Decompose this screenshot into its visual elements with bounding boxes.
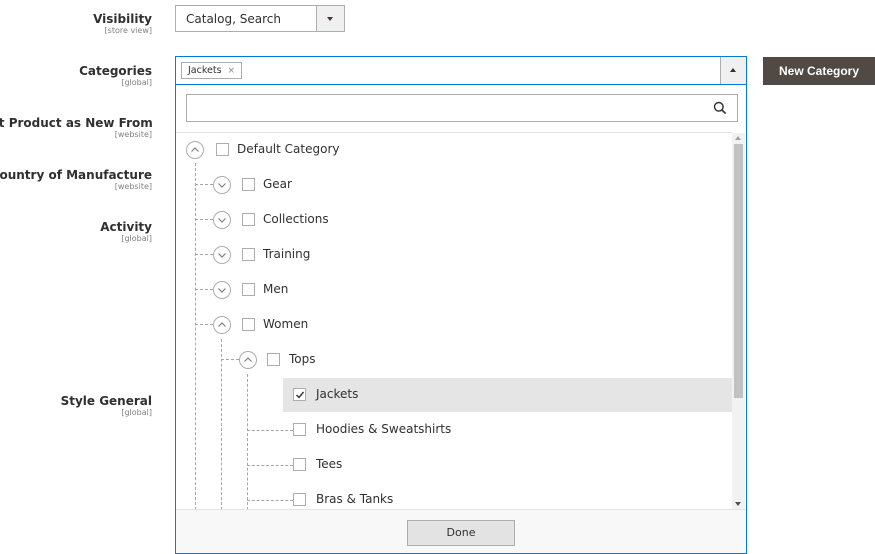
tree-item-men[interactable]: Men [176,273,732,307]
tree-item-hoodies-sweatshirts[interactable]: Hoodies & Sweatshirts [283,413,732,447]
category-checkbox[interactable] [242,178,255,191]
expand-node-button[interactable] [213,211,231,229]
category-search [186,94,738,122]
activity-label-text: Activity [100,220,152,234]
country-scope: [website] [114,182,152,191]
chevron-up-icon [244,357,252,362]
checkmark-icon [296,391,305,399]
tree-item-label: Bras & Tanks [316,492,394,506]
tree-scrollbar[interactable] [732,133,745,509]
tree-item-label: Jackets [316,387,359,401]
tree-item-gear[interactable]: Gear [176,168,732,202]
chevron-down-icon [218,218,226,223]
category-search-input[interactable] [187,95,707,121]
visibility-label: Visibility [store view] [0,12,152,36]
visibility-label-text: Visibility [93,12,152,26]
chevron-down-icon [218,183,226,188]
chevron-up-icon [218,322,226,327]
search-icon[interactable] [713,101,727,115]
collapse-node-button[interactable] [239,351,257,369]
new-from-label: Set Product as New From [website] [0,116,153,140]
tree-item-label: Gear [263,177,292,191]
categories-label-text: Categories [79,64,152,78]
tree-item-default-category[interactable]: Default Category [176,133,732,167]
tree-item-tops[interactable]: Tops [176,343,732,377]
country-label-text: Country of Manufacture [0,168,152,182]
category-checkbox[interactable] [242,213,255,226]
chevron-up-icon [191,147,199,152]
tree-item-label: Tees [316,457,343,471]
activity-label: Activity [global] [0,220,152,244]
categories-multiselect[interactable]: Jackets × [175,56,747,85]
category-checkbox[interactable] [267,353,280,366]
categories-scope: [global] [121,78,152,87]
category-checkbox[interactable] [216,143,229,156]
dropdown-footer: Done [176,509,746,553]
visibility-dropdown-button[interactable] [316,6,344,31]
tree-item-bras-tanks[interactable]: Bras & Tanks [283,483,732,509]
tree-item-jackets[interactable]: Jackets [283,378,732,412]
chevron-down-icon [218,253,226,258]
expand-node-button[interactable] [213,281,231,299]
chevron-up-icon [730,68,736,72]
category-checkbox[interactable] [293,423,306,436]
visibility-value: Catalog, Search [186,12,281,26]
category-tree: Default Category Gear Collections Traini… [176,132,732,509]
tree-item-label: Training [263,247,311,261]
scrollbar-thumb[interactable] [734,144,743,398]
new-from-scope: [website] [114,130,152,139]
tree-item-label: Collections [263,212,329,226]
tree-item-label: Tops [289,352,316,366]
scroll-up-icon[interactable] [735,136,741,140]
categories-toggle-button[interactable] [720,57,746,84]
remove-tag-icon[interactable]: × [228,66,236,76]
activity-scope: [global] [121,234,152,243]
categories-label: Categories [global] [0,64,152,88]
new-category-button[interactable]: New Category [763,57,875,85]
category-dropdown-panel: Default Category Gear Collections Traini… [175,85,747,554]
style-general-scope: [global] [121,408,152,417]
tree-item-women[interactable]: Women [176,308,732,342]
collapse-node-button[interactable] [186,141,204,159]
expand-node-button[interactable] [213,246,231,264]
tag-label: Jackets [188,65,222,76]
category-checkbox[interactable] [242,248,255,261]
tree-item-label: Men [263,282,289,296]
category-checkbox[interactable] [293,493,306,506]
chevron-down-icon [327,17,333,21]
style-general-label-text: Style General [60,394,152,408]
tree-item-collections[interactable]: Collections [176,203,732,237]
tree-item-label: Hoodies & Sweatshirts [316,422,452,436]
country-label: Country of Manufacture [website] [0,168,152,192]
category-checkbox-checked[interactable] [293,388,306,401]
selected-category-tag: Jackets × [181,62,243,79]
tree-connector [247,374,248,509]
tree-item-label: Default Category [237,142,340,156]
visibility-scope: [store view] [104,26,152,35]
new-from-label-text: Set Product as New From [0,116,153,130]
done-button[interactable]: Done [407,520,515,546]
tree-item-label: Women [263,317,309,331]
style-general-label: Style General [global] [0,394,152,418]
tree-item-training[interactable]: Training [176,238,732,272]
visibility-select[interactable]: Catalog, Search [175,5,345,32]
tree-item-tees[interactable]: Tees [283,448,732,482]
chevron-down-icon [218,288,226,293]
collapse-node-button[interactable] [213,316,231,334]
scroll-down-icon[interactable] [735,502,741,506]
category-checkbox[interactable] [242,318,255,331]
category-checkbox[interactable] [242,283,255,296]
category-checkbox[interactable] [293,458,306,471]
expand-node-button[interactable] [213,176,231,194]
